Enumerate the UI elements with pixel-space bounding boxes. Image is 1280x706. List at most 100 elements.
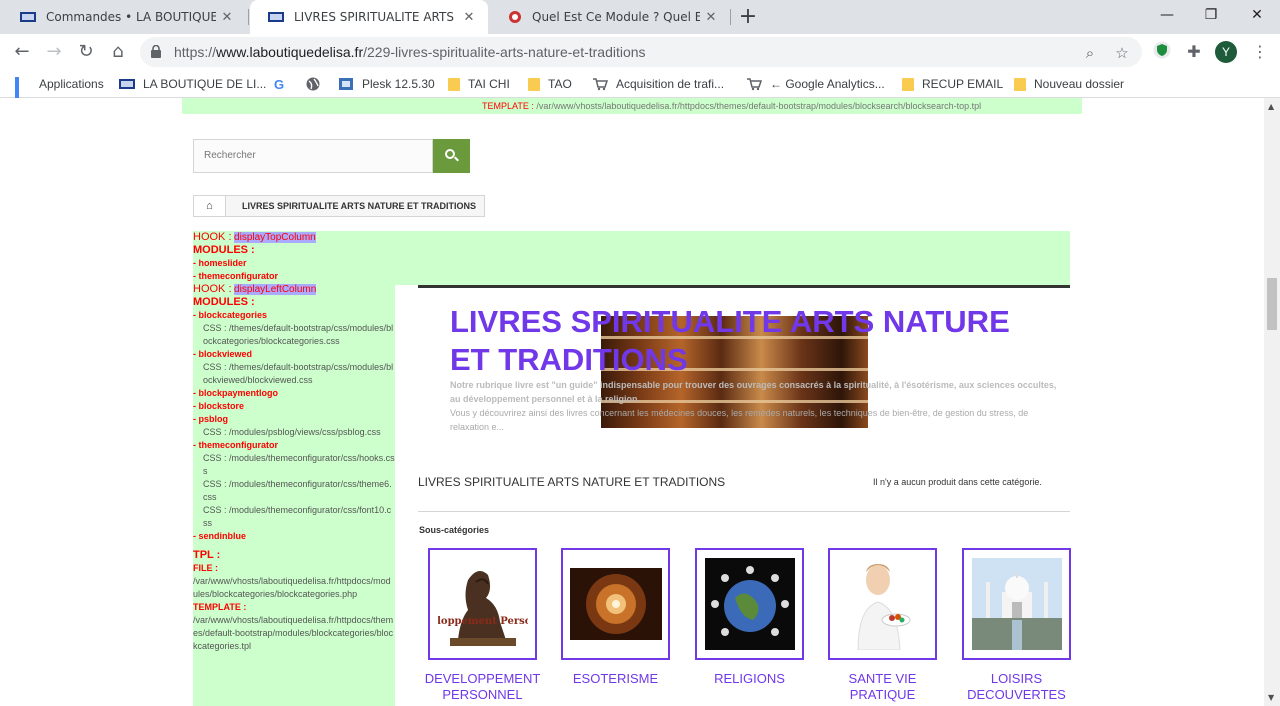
home-icon[interactable]: ⌂ bbox=[104, 38, 132, 66]
divider bbox=[418, 511, 1070, 512]
bookmark-tai-chi[interactable]: TAI CHI bbox=[448, 76, 510, 92]
breadcrumb: ⌂ LIVRES SPIRITUALITE ARTS NATURE ET TRA… bbox=[193, 195, 485, 217]
subcategory-name[interactable]: DEVELOPPEMENT PERSONNEL bbox=[420, 671, 545, 703]
bookmark-acquisition[interactable]: Acquisition de trafi... bbox=[592, 76, 724, 92]
plesk-icon bbox=[339, 78, 353, 90]
globe-icon bbox=[306, 77, 320, 91]
page-scrollbar[interactable]: ▲ ▼ bbox=[1264, 98, 1280, 706]
new-tab-button[interactable]: + bbox=[736, 4, 760, 30]
subcategory-name[interactable]: RELIGIONS bbox=[687, 671, 812, 687]
close-tab-icon[interactable]: ✕ bbox=[700, 10, 722, 25]
home-icon[interactable]: ⌂ bbox=[194, 196, 226, 216]
scroll-down-icon[interactable]: ▼ bbox=[1268, 693, 1274, 702]
folder-icon bbox=[448, 77, 460, 91]
taj-mahal-image bbox=[972, 558, 1062, 650]
forward-icon[interactable]: → bbox=[40, 38, 68, 66]
tab-strip: Commandes • LA BOUTIQUE DE LISA ✕ LIVRES… bbox=[0, 0, 1280, 34]
extensions-icon[interactable]: ✚ bbox=[1183, 41, 1205, 63]
tpl-label: TPL : bbox=[193, 549, 221, 561]
google-icon: G bbox=[274, 77, 285, 92]
zoom-icon[interactable]: ⌕ bbox=[1080, 43, 1100, 63]
scroll-up-icon[interactable]: ▲ bbox=[1268, 102, 1274, 111]
subcategory-name[interactable]: ESOTERISME bbox=[553, 671, 678, 687]
subcategory-loisirs-decouvertes[interactable]: LOISIRS DECOUVERTES bbox=[962, 548, 1071, 703]
module-css: CSS : /modules/psblog/views/css/psblog.c… bbox=[203, 427, 381, 437]
module-item: - blockcategories bbox=[193, 310, 268, 320]
hook-name: displayTopColumn bbox=[234, 232, 316, 243]
bookmark-globe[interactable] bbox=[306, 76, 328, 92]
bookmark-label: TAI CHI bbox=[468, 77, 510, 91]
url-host: www.laboutiquedelisa.fr bbox=[216, 44, 364, 60]
product-listing-title: LIVRES SPIRITUALITE ARTS NATURE ET TRADI… bbox=[418, 475, 726, 489]
tab-commandes[interactable]: Commandes • LA BOUTIQUE DE LISA ✕ bbox=[2, 0, 246, 34]
hook-label: HOOK : bbox=[193, 231, 232, 243]
module-css: CSS : /themes/default-bootstrap/css/modu… bbox=[203, 362, 394, 385]
bookmark-recup-email[interactable]: RECUP EMAIL bbox=[902, 76, 1003, 92]
bookmark-label: RECUP EMAIL bbox=[922, 77, 1004, 91]
bookmark-star-icon[interactable]: ☆ bbox=[1112, 43, 1132, 63]
category-title: LIVRES SPIRITUALITE ARTS NATURE ET TRADI… bbox=[450, 304, 1010, 377]
subcategory-thumbnail[interactable] bbox=[962, 548, 1071, 660]
module-item: - themeconfigurator bbox=[193, 271, 279, 281]
cart-icon bbox=[747, 78, 762, 91]
module-item: - blockviewed bbox=[193, 349, 253, 359]
browser-menu-icon[interactable]: ⋮ bbox=[1252, 41, 1268, 63]
bookmark-label: Acquisition de trafi... bbox=[616, 77, 725, 91]
tab-quel-est-ce-module[interactable]: Quel Est Ce Module ? Quel Est Ce Hook ? … bbox=[490, 0, 730, 34]
lock-icon bbox=[151, 45, 161, 58]
bookmark-google[interactable]: G bbox=[274, 76, 296, 92]
search-input[interactable]: Rechercher bbox=[193, 139, 433, 173]
bookmark-plesk[interactable]: Plesk 12.5.30 bbox=[338, 76, 435, 92]
subcategory-developpement-personnel[interactable]: Développement Personnel DEVELOPPEMENT PE… bbox=[425, 548, 540, 703]
bookmark-label: ← Google Analytics... bbox=[770, 77, 885, 91]
bookmark-applications[interactable]: Applications bbox=[15, 76, 104, 113]
search-button[interactable] bbox=[433, 139, 470, 173]
back-icon[interactable]: ← bbox=[8, 38, 36, 66]
module-item: - homeslider bbox=[193, 258, 247, 268]
module-item: - blockpaymentlogo bbox=[193, 388, 279, 398]
healthy-woman-image bbox=[838, 558, 928, 650]
address-bar[interactable]: https://www.laboutiquedelisa.fr/229-livr… bbox=[140, 37, 1142, 67]
scrollbar-thumb[interactable] bbox=[1267, 278, 1277, 330]
reload-icon[interactable]: ↻ bbox=[72, 38, 100, 66]
subcategory-thumbnail[interactable] bbox=[695, 548, 804, 660]
tab-livres[interactable]: LIVRES SPIRITUALITE ARTS NATURE ET TRADI… bbox=[250, 0, 488, 34]
subcategory-religions[interactable]: RELIGIONS bbox=[695, 548, 804, 687]
tab-title: Quel Est Ce Module ? Quel Est Ce Hook ? bbox=[532, 10, 700, 24]
apps-icon bbox=[15, 77, 31, 113]
bookmark-nouveau-dossier[interactable]: Nouveau dossier bbox=[1014, 76, 1124, 92]
site-favicon-icon bbox=[268, 12, 284, 22]
bookmark-tao[interactable]: TAO bbox=[528, 76, 572, 92]
site-favicon-icon bbox=[20, 12, 36, 22]
subcategory-thumbnail[interactable] bbox=[561, 548, 670, 660]
close-window-icon[interactable]: ✕ bbox=[1234, 0, 1280, 30]
subcategory-sante-vie-pratique[interactable]: SANTE VIE PRATIQUE bbox=[828, 548, 937, 703]
module-css: CSS : /modules/themeconfigurator/css/hoo… bbox=[203, 453, 395, 476]
bookmark-boutique[interactable]: LA BOUTIQUE DE LI... bbox=[119, 76, 266, 92]
tab-separator bbox=[248, 9, 249, 25]
tab-title: LIVRES SPIRITUALITE ARTS NATURE ET TRADI… bbox=[294, 10, 458, 24]
subcategory-esoterisme[interactable]: ESOTERISME bbox=[561, 548, 670, 687]
subcategory-thumbnail[interactable] bbox=[828, 548, 937, 660]
module-css: CSS : /modules/themeconfigurator/css/fon… bbox=[203, 505, 392, 528]
subcategories-heading: Sous-catégories bbox=[419, 525, 490, 535]
bookmarks-bar: Applications LA BOUTIQUE DE LI... G Ples… bbox=[0, 70, 1280, 113]
shield-extension-icon[interactable] bbox=[1151, 41, 1173, 63]
restore-icon[interactable]: ❐ bbox=[1188, 0, 1234, 30]
subcategory-name[interactable]: LOISIRS DECOUVERTES bbox=[954, 671, 1079, 703]
bookmark-google-analytics[interactable]: ← Google Analytics... bbox=[746, 76, 885, 92]
religions-globe-image bbox=[705, 558, 795, 650]
forum-favicon-icon bbox=[509, 11, 521, 23]
subcategory-thumbnail[interactable]: Développement Personnel bbox=[428, 548, 537, 660]
profile-avatar[interactable]: Y bbox=[1215, 41, 1237, 63]
subcategory-name[interactable]: SANTE VIE PRATIQUE bbox=[820, 671, 945, 703]
url-text: https://www.laboutiquedelisa.fr/229-livr… bbox=[174, 44, 646, 60]
thinker-statue-image: Développement Personnel bbox=[438, 560, 528, 648]
minimize-icon[interactable]: — bbox=[1144, 0, 1190, 30]
category-description-intro: Notre rubrique livre est "un guide" indi… bbox=[450, 380, 1057, 404]
close-tab-icon[interactable]: ✕ bbox=[216, 10, 238, 25]
debug-template-label: TEMPLATE : bbox=[482, 101, 534, 111]
bookmark-label: Plesk 12.5.30 bbox=[362, 77, 435, 91]
close-tab-icon[interactable]: ✕ bbox=[458, 10, 480, 25]
modules-label: MODULES : bbox=[193, 244, 255, 256]
